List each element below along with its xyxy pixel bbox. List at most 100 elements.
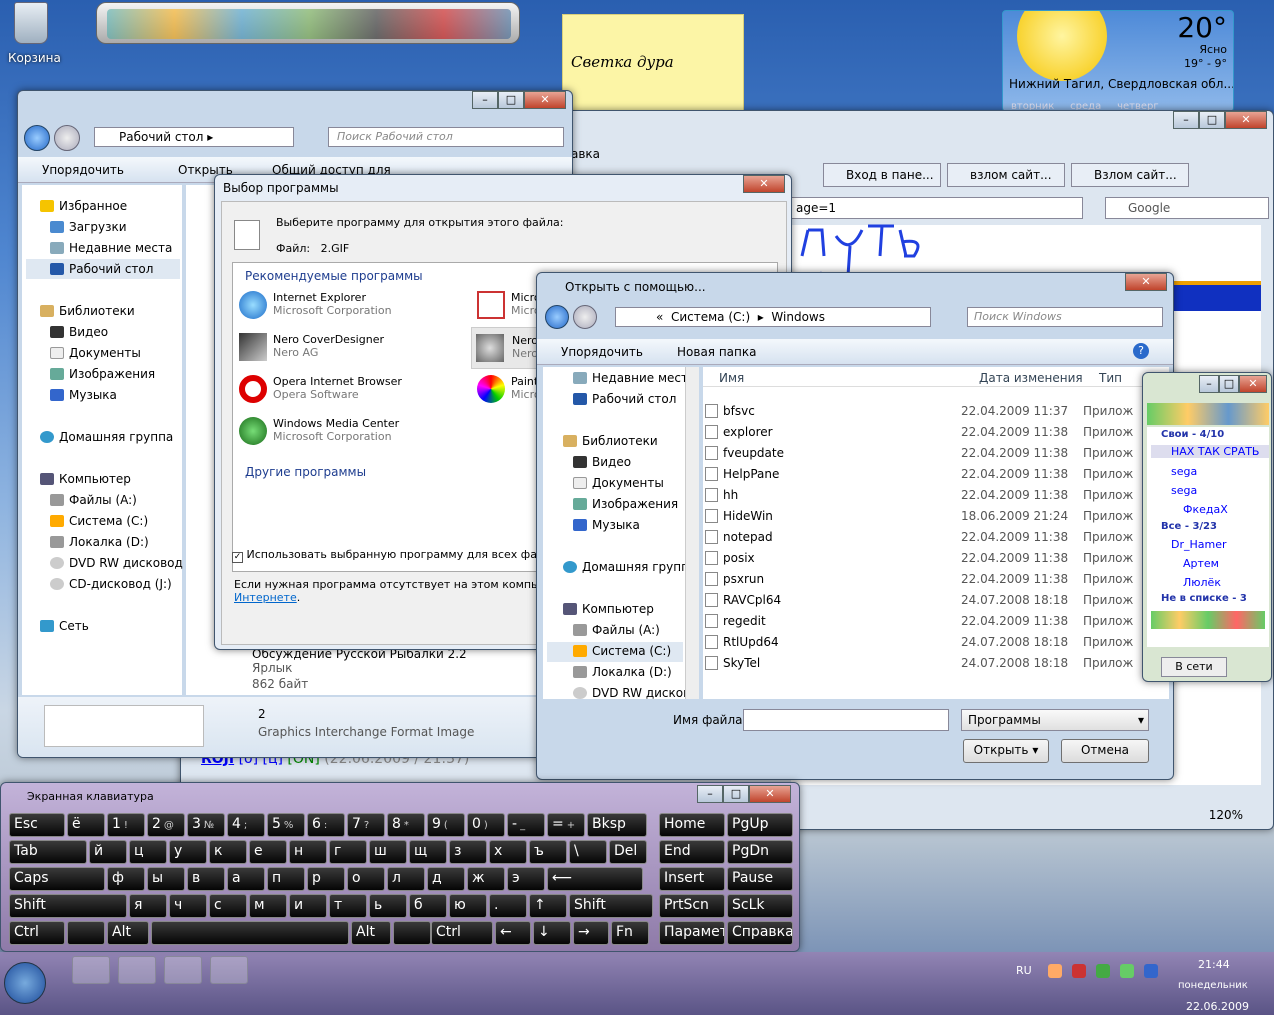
key[interactable]: э — [507, 867, 545, 891]
key[interactable]: Alt — [107, 921, 149, 945]
key[interactable]: 0) — [467, 813, 505, 837]
organize-button[interactable]: Упорядочить — [561, 345, 643, 359]
key[interactable]: г — [329, 840, 367, 864]
key[interactable]: 2 @ — [147, 813, 185, 837]
file-row[interactable]: regedit 22.04.2009 11:38 Прилож — [703, 611, 1143, 632]
nav-key[interactable]: ScLk — [727, 894, 793, 918]
menu-key[interactable] — [393, 921, 431, 945]
key[interactable]: Ctrl — [9, 921, 65, 945]
start-button[interactable] — [4, 962, 46, 1004]
key[interactable]: с — [209, 894, 247, 918]
libraries-header[interactable]: Библиотеки — [40, 304, 135, 318]
nav-item-drive-a[interactable]: Файлы (A:) — [50, 493, 137, 507]
key[interactable]: ↓ — [533, 921, 571, 945]
favorites-header[interactable]: Избранное — [40, 199, 127, 213]
key[interactable]: з — [449, 840, 487, 864]
nav-key[interactable]: Home — [659, 813, 725, 837]
key[interactable]: ъ — [529, 840, 567, 864]
program-item[interactable]: Windows Media Center Microsoft Corporati… — [239, 415, 469, 451]
key[interactable]: - _ — [507, 813, 545, 837]
key[interactable]: д — [427, 867, 465, 891]
key[interactable]: ← — [495, 921, 531, 945]
forward-button[interactable] — [573, 305, 597, 329]
key[interactable]: = + — [547, 813, 585, 837]
group-header[interactable]: Все - 3/23 — [1161, 521, 1217, 532]
key[interactable]: в — [187, 867, 225, 891]
key[interactable]: б — [409, 894, 447, 918]
nav-item[interactable]: Локалка (D:) — [573, 665, 672, 679]
nav-item[interactable]: Рабочий стол — [573, 392, 676, 406]
browser-menu[interactable]: авка — [571, 147, 600, 161]
key[interactable]: ё — [67, 813, 105, 837]
file-type-select[interactable]: Программы ▾ — [961, 709, 1149, 731]
nav-item[interactable]: Файлы (A:) — [573, 623, 660, 637]
key[interactable]: Shift — [9, 894, 127, 918]
column-date[interactable]: Дата изменения — [979, 371, 1083, 385]
nav-item[interactable]: DVD RW дисковс — [573, 686, 697, 700]
nav-item[interactable]: Документы — [573, 476, 664, 490]
group-header[interactable]: Свои - 4/10 — [1161, 429, 1224, 440]
column-type[interactable]: Тип — [1099, 371, 1122, 385]
nav-item-cd[interactable]: CD-дисковод (J:) — [50, 577, 172, 591]
zoom-level[interactable]: 120% — [1209, 808, 1243, 822]
key[interactable]: Esc — [9, 813, 65, 837]
key[interactable]: ц — [129, 840, 167, 864]
taskbar-button[interactable] — [164, 956, 202, 984]
close-button[interactable]: ✕ — [743, 175, 785, 193]
key[interactable]: ы — [147, 867, 185, 891]
key[interactable]: ф — [107, 867, 145, 891]
nav-key[interactable]: PrtScn — [659, 894, 725, 918]
key[interactable]: ю — [449, 894, 487, 918]
browser-tab[interactable]: взлом сайт... — [947, 163, 1065, 187]
key[interactable]: х — [489, 840, 527, 864]
maximize-button[interactable]: □ — [1219, 375, 1239, 393]
utorrent-tray-icon[interactable] — [1096, 964, 1110, 978]
key[interactable]: 6: — [307, 813, 345, 837]
open-button[interactable]: Открыть ▾ — [963, 739, 1049, 763]
nav-key[interactable]: PgUp — [727, 813, 793, 837]
nav-item-selected[interactable]: Система (C:) — [547, 642, 683, 662]
search-box[interactable]: Google — [1105, 197, 1269, 219]
breadcrumb-item[interactable]: Windows — [771, 310, 825, 324]
key[interactable]: а — [227, 867, 265, 891]
nav-item-dvd[interactable]: DVD RW дисковод ( — [50, 556, 191, 570]
group-header[interactable]: Не в списке - 3 — [1161, 593, 1247, 604]
minimize-button[interactable]: – — [1199, 375, 1219, 393]
new-folder-button[interactable]: Новая папка — [677, 345, 756, 359]
file-row[interactable]: posix 22.04.2009 11:38 Прилож — [703, 548, 1143, 569]
nav-key[interactable]: End — [659, 840, 725, 864]
filename-input[interactable] — [743, 709, 949, 731]
nav-key[interactable]: Pause — [727, 867, 793, 891]
key[interactable]: й — [89, 840, 127, 864]
key[interactable]: 8 * — [387, 813, 425, 837]
key[interactable]: ш — [369, 840, 407, 864]
key[interactable]: р — [307, 867, 345, 891]
nav-item-documents[interactable]: Документы — [50, 346, 141, 360]
weather-gadget[interactable]: 20° Ясно 19° - 9° Нижний Тагил, Свердлов… — [1002, 10, 1234, 112]
maximize-button[interactable]: □ — [723, 785, 749, 803]
key[interactable]: 7? — [347, 813, 385, 837]
minimize-button[interactable]: – — [697, 785, 723, 803]
back-button[interactable] — [24, 125, 50, 151]
file-row[interactable]: hh 22.04.2009 11:38 Прилож — [703, 485, 1143, 506]
file-row[interactable]: RtlUpd64 24.07.2008 18:18 Прилож — [703, 632, 1143, 653]
key[interactable]: е — [249, 840, 287, 864]
nav-item-homegroup[interactable]: Домашняя группа — [40, 430, 173, 444]
contact-item[interactable]: sega — [1151, 484, 1197, 497]
close-button[interactable]: ✕ — [749, 785, 791, 803]
key[interactable]: . — [489, 894, 527, 918]
network-tray-icon[interactable] — [1072, 964, 1086, 978]
key[interactable]: 4; — [227, 813, 265, 837]
browser-tab[interactable]: Взлом сайт... — [1071, 163, 1189, 187]
key[interactable]: ⟵ — [547, 867, 643, 891]
onscreen-keyboard[interactable]: Экранная клавиатура – □ ✕ Esc ё 1! 2 @3 № 4; 5% 6:… — [0, 782, 800, 952]
file-row[interactable]: fveupdate 22.04.2009 11:38 Прилож — [703, 443, 1143, 464]
file-row[interactable]: bfsvc 22.04.2009 11:37 Прилож — [703, 401, 1143, 422]
key[interactable]: л — [387, 867, 425, 891]
minimize-button[interactable]: – — [1173, 111, 1199, 129]
forward-button[interactable] — [54, 125, 80, 151]
key[interactable]: ↑ — [529, 894, 567, 918]
program-item[interactable]: Internet Explorer Microsoft Corporation — [239, 289, 469, 325]
column-name[interactable]: Имя — [719, 371, 744, 385]
taskbar-button[interactable] — [210, 956, 248, 984]
